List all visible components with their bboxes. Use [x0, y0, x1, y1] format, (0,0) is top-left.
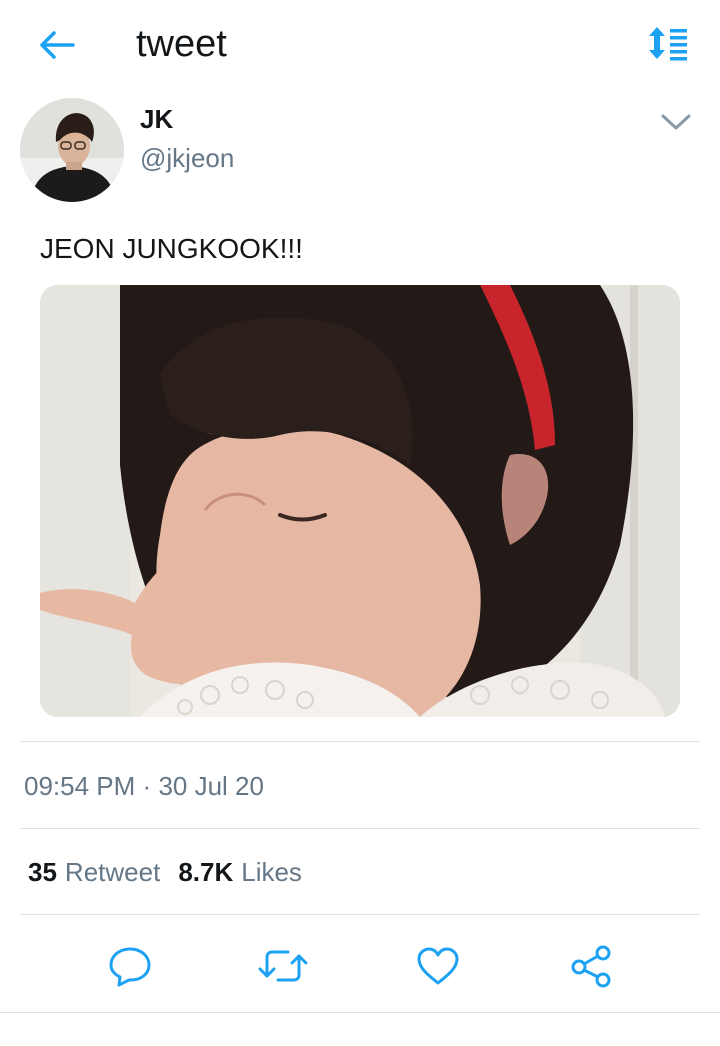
heart-icon	[417, 947, 459, 985]
author-handle[interactable]: @jkjeon	[140, 143, 234, 173]
back-button[interactable]	[36, 24, 78, 66]
like-button[interactable]	[413, 941, 463, 991]
reply-icon	[109, 947, 151, 987]
likes-label[interactable]: Likes	[241, 856, 302, 888]
tweet-date: 30 Jul 20	[158, 771, 264, 801]
sort-list-icon	[649, 27, 687, 61]
avatar[interactable]	[20, 98, 124, 202]
tweet-timestamp: 09:54 PM · 30 Jul 20	[24, 770, 264, 802]
retweet-count[interactable]: 35	[28, 856, 57, 888]
tweet-text: JEON JUNGKOOK!!!	[40, 233, 303, 264]
retweet-label[interactable]: Retweet	[65, 856, 160, 888]
arrow-left-icon	[40, 31, 75, 59]
retweet-icon	[258, 950, 308, 982]
divider	[20, 914, 700, 915]
divider	[20, 828, 700, 829]
author-name[interactable]: JK	[140, 104, 173, 134]
retweet-button[interactable]	[258, 941, 308, 991]
more-options-button[interactable]	[656, 104, 696, 140]
share-icon	[571, 945, 611, 988]
timestamp-separator: ·	[142, 771, 152, 801]
divider	[20, 741, 700, 742]
reply-button[interactable]	[105, 941, 155, 991]
share-button[interactable]	[566, 941, 616, 991]
divider	[0, 1012, 720, 1013]
tweet-time: 09:54 PM	[24, 771, 136, 801]
page-title: tweet	[136, 23, 227, 65]
top-bar: tweet	[0, 0, 720, 88]
tweet-photo[interactable]	[40, 285, 680, 717]
sort-button[interactable]	[644, 22, 692, 64]
tweet-stats: 35 Retweet 8.7K Likes	[28, 856, 302, 888]
likes-count[interactable]: 8.7K	[178, 856, 233, 888]
chevron-down-icon	[661, 114, 691, 130]
tweet-actions	[0, 935, 720, 995]
